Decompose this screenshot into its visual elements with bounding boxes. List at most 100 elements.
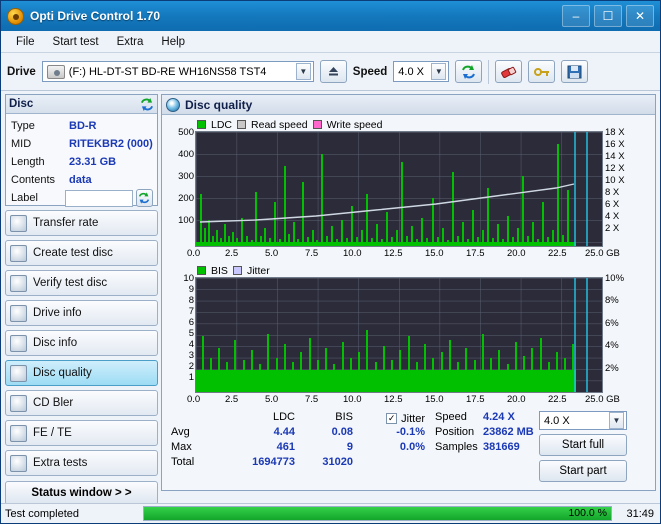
- start-full-button[interactable]: Start full: [539, 434, 627, 456]
- refresh-button[interactable]: [455, 60, 483, 83]
- x-tick: 12.5: [384, 248, 403, 259]
- title-bar: Opti Drive Control 1.70 – ☐ ✕: [1, 1, 660, 31]
- sidebar-item-disc-quality[interactable]: Disc quality: [5, 360, 158, 386]
- x-tick: 15.0: [425, 248, 444, 259]
- stats-ldc-avg: 4.44: [273, 426, 295, 438]
- y-tick-left: 500: [178, 127, 194, 138]
- disc-refresh-button[interactable]: [140, 97, 154, 111]
- chevron-down-icon[interactable]: ▼: [609, 412, 624, 429]
- x-tick: 22.5: [548, 394, 567, 405]
- top-chart-plot: [195, 131, 603, 247]
- y-tick-right: 16 X: [605, 139, 625, 150]
- extra-tests-icon: [10, 454, 27, 472]
- status-bar: Test completed 100.0 % 31:49: [1, 503, 660, 523]
- disc-type-key: Type: [11, 120, 35, 132]
- jitter-checkbox[interactable]: ✓: [386, 413, 398, 424]
- drive-select[interactable]: (F:) HL-DT-ST BD-RE WH16NS58 TST4 ▼: [41, 61, 314, 82]
- disc-label-refresh-button[interactable]: [135, 189, 153, 207]
- x-tick: 0.0: [187, 248, 201, 259]
- x-tick: 2.5: [225, 394, 239, 405]
- create-disc-icon: [10, 244, 27, 262]
- top-chart-svg: [196, 132, 602, 246]
- elapsed-time: 31:49: [626, 507, 654, 520]
- top-chart: 500 400 300 200 100 18 X 16 X 14 X 12 X …: [165, 127, 652, 263]
- sidebar-item-verify-test-disc[interactable]: Verify test disc: [5, 270, 158, 296]
- disc-info-icon: [10, 334, 27, 352]
- x-tick: 7.5: [305, 394, 319, 405]
- y-tick-left: 300: [178, 171, 194, 182]
- progress-bar: 100.0 %: [143, 506, 612, 521]
- disc-quality-icon: [10, 364, 27, 382]
- window-controls: – ☐ ✕: [562, 5, 654, 27]
- disc-row-contents: Contents data: [11, 171, 153, 189]
- legend-label-write-speed: Write speed: [326, 118, 383, 131]
- speed-label: Speed: [352, 65, 388, 78]
- menu-extra[interactable]: Extra: [108, 34, 153, 50]
- drive-toolbar: Drive (F:) HL-DT-ST BD-RE WH16NS58 TST4 …: [1, 53, 660, 91]
- chevron-down-icon[interactable]: ▼: [295, 63, 311, 80]
- legend-label-ldc: LDC: [211, 118, 233, 131]
- top-chart-x-axis: 0.0 2.5 5.0 7.5 10.0 12.5 15.0 17.5 20.0…: [187, 248, 635, 262]
- y-tick-right: 10%: [605, 273, 625, 284]
- erase-button[interactable]: [495, 60, 523, 83]
- menu-start-test[interactable]: Start test: [44, 34, 108, 50]
- menu-file[interactable]: File: [7, 34, 44, 50]
- test-speed-select[interactable]: 4.0 X ▼: [539, 411, 627, 430]
- eject-button[interactable]: [319, 60, 347, 83]
- sidebar-item-label: Drive info: [33, 307, 82, 319]
- speed-select[interactable]: 4.0 X ▼: [393, 61, 450, 82]
- sidebar-item-label: Verify test disc: [33, 277, 108, 289]
- bottom-chart-svg: [196, 278, 602, 392]
- sidebar-item-drive-info[interactable]: Drive info: [5, 300, 158, 326]
- position-readout-label: Position: [435, 426, 475, 438]
- maximize-button[interactable]: ☐: [594, 5, 622, 27]
- app-logo-icon: [7, 7, 24, 25]
- save-button[interactable]: [561, 60, 589, 83]
- start-part-button[interactable]: Start part: [539, 460, 627, 482]
- sidebar-item-label: Disc quality: [33, 367, 92, 379]
- disc-mid-value: RITEKBR2 (000): [69, 138, 153, 150]
- minimize-button[interactable]: –: [562, 5, 590, 27]
- disc-type-value: BD-R: [69, 120, 97, 132]
- stats-header-bis: BIS: [335, 411, 353, 423]
- drive-info-icon: [10, 304, 27, 322]
- progress-text: 100.0 %: [568, 507, 607, 519]
- x-tick: 10.0: [343, 248, 362, 259]
- stats-column-jitter: ✓ Jitter -0.1% 0.0%: [353, 411, 425, 482]
- top-chart-legend: LDC Read speed Write speed: [197, 118, 652, 131]
- sidebar-item-extra-tests[interactable]: Extra tests: [5, 450, 158, 476]
- sidebar-item-create-test-disc[interactable]: Create test disc: [5, 240, 158, 266]
- disc-row-label: Label: [11, 189, 153, 207]
- close-button[interactable]: ✕: [626, 5, 654, 27]
- toolbar-separator: [488, 59, 490, 84]
- speed-readout-value: 4.24 X: [483, 411, 515, 423]
- sidebar-item-transfer-rate[interactable]: Transfer rate: [5, 210, 158, 236]
- x-tick: 17.5: [466, 394, 485, 405]
- sidebar-item-label: Extra tests: [33, 457, 88, 469]
- sidebar-item-disc-info[interactable]: Disc info: [5, 330, 158, 356]
- stats-right-controls: 4.0 X ▼ Start full Start part: [539, 411, 627, 482]
- x-tick: 25.0 GB: [585, 248, 620, 259]
- chevron-down-icon[interactable]: ▼: [431, 63, 447, 80]
- disc-label-key: Label: [11, 192, 38, 204]
- menu-help[interactable]: Help: [152, 34, 194, 50]
- status-window-button[interactable]: Status window > >: [5, 481, 158, 505]
- sidebar-item-label: Transfer rate: [33, 217, 99, 229]
- y-tick-left: 8: [188, 295, 194, 306]
- settings-button[interactable]: [528, 60, 556, 83]
- x-tick: 12.5: [384, 394, 403, 405]
- sidebar-item-cd-bler[interactable]: CD Bler: [5, 390, 158, 416]
- disc-label-input[interactable]: [65, 189, 133, 207]
- legend-swatch-jitter: [232, 266, 242, 275]
- sidebar-item-fe-te[interactable]: FE / TE: [5, 420, 158, 446]
- speed-select-value: 4.0 X: [398, 65, 424, 78]
- y-tick-left: 7: [188, 306, 194, 317]
- y-tick-left: 100: [178, 215, 194, 226]
- refresh-icon: [141, 97, 153, 111]
- save-icon: [567, 65, 582, 78]
- fe-te-icon: [10, 424, 27, 442]
- disc-contents-key: Contents: [11, 174, 56, 186]
- speed-readout-label: Speed: [435, 411, 467, 423]
- bottom-chart-y-axis-left: 10 9 8 7 6 5 4 3 2 1: [165, 273, 195, 393]
- y-tick-right: 8%: [605, 295, 619, 306]
